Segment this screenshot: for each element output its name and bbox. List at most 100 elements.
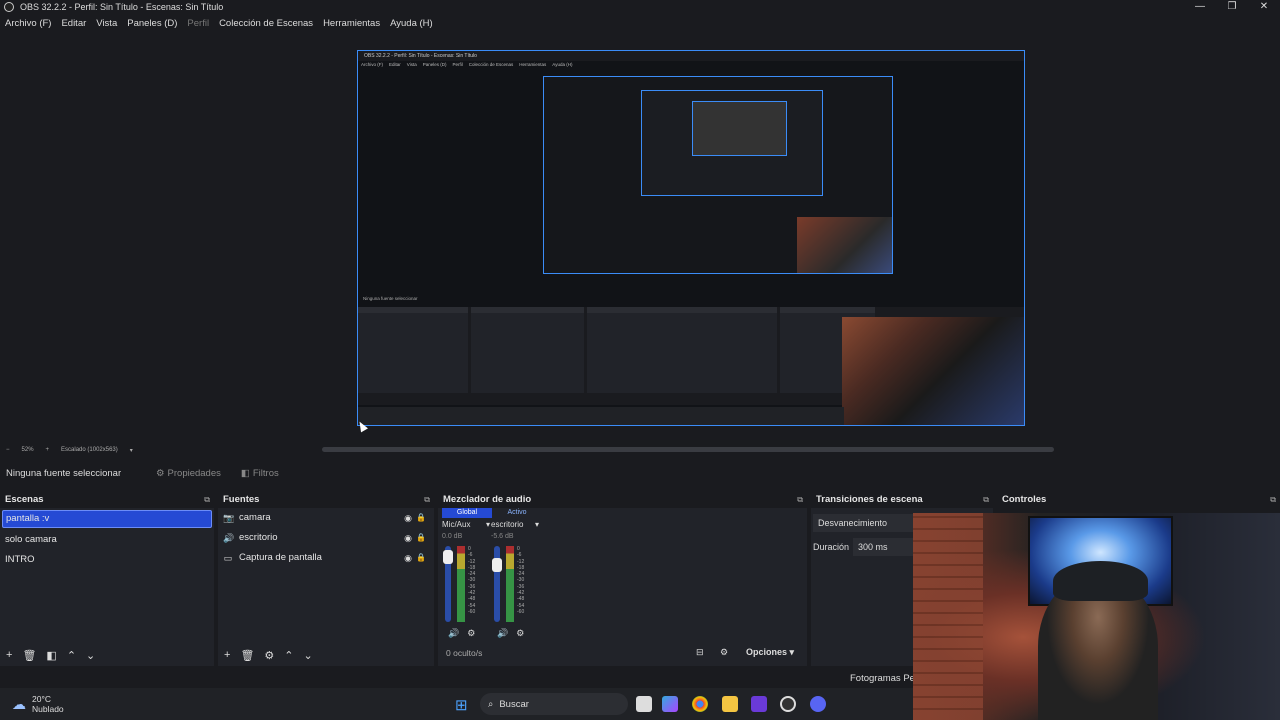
speaker-icon[interactable]: 🔊	[448, 628, 459, 639]
filter-icon[interactable]: ◧	[46, 649, 56, 662]
scene-item[interactable]: pantalla :v	[2, 510, 212, 528]
sources-toolbar: + 🗑 ⚙ ⌃ ⌄	[218, 644, 434, 666]
weather-widget[interactable]: ☁ 20°C Nublado	[12, 694, 64, 714]
title-bar: OBS 32.2.2 - Perfil: Sin Título - Escena…	[0, 0, 1280, 14]
task-view-icon[interactable]	[636, 696, 652, 712]
close-button[interactable]: ✕	[1248, 0, 1280, 14]
file-explorer-icon[interactable]	[722, 696, 738, 712]
layout-icon[interactable]: ⊟	[696, 647, 704, 658]
lock-icon[interactable]: 🔒	[416, 528, 426, 548]
tab-global[interactable]: Global	[442, 508, 492, 518]
nested-menu-item: Archivo (F)	[361, 62, 384, 67]
no-source-selected-label: Ninguna fuente seleccionar	[6, 467, 122, 479]
properties-label: Propiedades	[167, 467, 221, 479]
arrow-up-icon[interactable]: ⌃	[284, 649, 293, 662]
sources-dock-title: Fuentes ⧉	[218, 492, 434, 508]
db-scale: 0 -6 -12 -18 -24 -30 -36 -42 -48 -54 -60	[517, 546, 525, 615]
chevron-down-icon[interactable]: ▾	[535, 520, 539, 529]
volume-slider[interactable]	[443, 546, 453, 622]
undock-icon[interactable]: ⧉	[983, 492, 989, 508]
source-label: camara	[239, 512, 271, 523]
options-button[interactable]: Opciones ▾	[746, 647, 794, 658]
source-item[interactable]: ▭ Captura de pantalla ◉ 🔒	[218, 548, 434, 568]
eye-icon[interactable]: ◉	[404, 508, 412, 528]
undock-icon[interactable]: ⧉	[204, 492, 210, 508]
speaker-icon: 🔊	[223, 533, 235, 543]
menu-herramientas[interactable]: Herramientas	[318, 16, 385, 32]
scenes-dock: pantalla :v solo camara INTRO + 🗑 ◧ ⌃ ⌄	[0, 508, 214, 666]
volume-slider[interactable]	[492, 546, 502, 622]
chrome-icon[interactable]	[692, 696, 708, 712]
menu-editar[interactable]: Editar	[56, 16, 91, 32]
gear-icon[interactable]: ⚙	[264, 649, 274, 662]
gear-icon[interactable]: ⚙	[720, 647, 728, 658]
source-item[interactable]: 📷 camara ◉ 🔒	[218, 508, 434, 528]
obs-taskbar-icon[interactable]	[780, 696, 796, 712]
zoom-in-button[interactable]: +	[46, 447, 50, 453]
source-item[interactable]: 🔊 escritorio ◉ 🔒	[218, 528, 434, 548]
gear-icon[interactable]: ⚙	[516, 628, 524, 639]
zoom-out-button[interactable]: −	[6, 447, 10, 453]
m365-icon[interactable]	[662, 696, 678, 712]
deep-nested-preview	[641, 90, 823, 196]
speaker-icon[interactable]: 🔊	[497, 628, 508, 639]
lock-icon[interactable]: 🔒	[416, 548, 426, 568]
chevron-down-icon[interactable]: ▾	[130, 447, 133, 454]
undock-icon[interactable]: ⧉	[1270, 492, 1276, 508]
nested-menu: Archivo (F) Editar Vista Paneles (D) Per…	[358, 61, 1024, 69]
discord-icon[interactable]	[810, 696, 826, 712]
app-icon[interactable]	[751, 696, 767, 712]
preview-scrollbar[interactable]	[322, 447, 1054, 452]
nested-menu-item: Paneles (D)	[422, 62, 447, 67]
menu-ayuda[interactable]: Ayuda (H)	[385, 16, 438, 32]
scene-item[interactable]: solo camara	[0, 530, 214, 550]
undock-icon[interactable]: ⧉	[797, 492, 803, 508]
slider-handle[interactable]	[492, 558, 502, 572]
scene-item[interactable]: INTRO	[0, 550, 214, 570]
scenes-dock-title: Escenas ⧉	[0, 492, 214, 508]
gear-icon[interactable]: ⚙	[467, 628, 475, 639]
transition-select[interactable]: Desvanecimiento	[813, 514, 913, 532]
arrow-down-icon[interactable]: ⌄	[304, 649, 313, 662]
sources-dock: 📷 camara ◉ 🔒 🔊 escritorio ◉ 🔒 ▭ Captura …	[218, 508, 434, 666]
trash-icon[interactable]: 🗑	[240, 649, 254, 662]
menu-vista[interactable]: Vista	[91, 16, 122, 32]
menu-paneles[interactable]: Paneles (D)	[122, 16, 182, 32]
add-source-icon[interactable]: +	[224, 649, 230, 661]
preview-canvas[interactable]: OBS 32.2.2 - Perfil: Sin Título - Escena…	[357, 50, 1025, 426]
eye-icon[interactable]: ◉	[404, 548, 412, 568]
undock-icon[interactable]: ⧉	[424, 492, 430, 508]
eye-icon[interactable]: ◉	[404, 528, 412, 548]
windows-start-icon[interactable]: ⊞	[455, 696, 468, 714]
menu-coleccion-escenas[interactable]: Colección de Escenas	[214, 16, 318, 32]
chevron-down-icon[interactable]: ▾	[486, 520, 490, 529]
arrow-up-icon[interactable]: ⌃	[67, 649, 76, 662]
duration-input[interactable]: 300 ms	[853, 538, 913, 556]
channel-name: Mic/Aux	[442, 520, 471, 529]
arrow-down-icon[interactable]: ⌄	[86, 649, 95, 662]
taskbar-search[interactable]: ⌕ Buscar	[480, 693, 628, 715]
zoom-bar: − 52% + Escalado (1002x563) ▾	[0, 444, 133, 456]
tab-activo[interactable]: Activo	[492, 508, 542, 518]
scenes-toolbar: + 🗑 ◧ ⌃ ⌄	[0, 644, 214, 666]
controls-title: Controles	[1002, 494, 1047, 505]
lock-icon[interactable]: 🔒	[416, 508, 426, 528]
menu-archivo[interactable]: Archivo (F)	[0, 16, 56, 32]
cloud-icon: ☁	[12, 695, 26, 712]
window-controls: — ❐ ✕	[1184, 0, 1280, 14]
add-scene-icon[interactable]: +	[6, 649, 12, 661]
filters-button[interactable]: ◧ Filtros	[235, 465, 285, 482]
menu-perfil[interactable]: Perfil	[182, 16, 214, 32]
minimize-button[interactable]: —	[1184, 0, 1216, 14]
sources-title: Fuentes	[223, 494, 260, 505]
slider-handle[interactable]	[443, 550, 453, 564]
channel-db: -5.6 dB	[491, 533, 514, 540]
channel-name: escritorio	[491, 520, 524, 529]
nested-menu-item: Editar	[389, 62, 401, 67]
trash-icon[interactable]: 🗑	[22, 649, 36, 662]
volume-meter	[506, 546, 514, 622]
mixer-channel: Mic/Aux ▾ 0.0 dB 0 -6 -12 -18 -24 -30 -36 -42 -48…	[442, 520, 490, 638]
maximize-button[interactable]: ❐	[1216, 0, 1248, 14]
scaling-dropdown[interactable]: Escalado (1002x563)	[61, 447, 118, 453]
properties-button[interactable]: ⚙ Propiedades	[150, 465, 227, 482]
